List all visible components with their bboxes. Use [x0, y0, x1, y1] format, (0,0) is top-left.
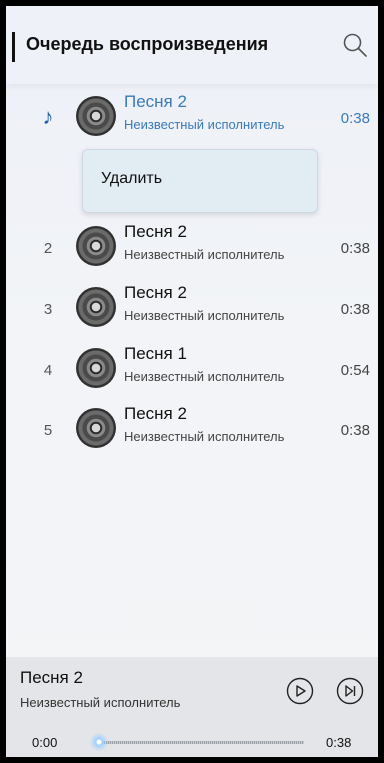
progress-thumb[interactable]	[90, 733, 108, 751]
song-artist: Неизвестный исполнитель	[124, 429, 285, 444]
song-duration: 0:38	[340, 301, 370, 318]
album-art-icon	[76, 348, 116, 388]
album-art-icon	[76, 287, 116, 327]
song-duration: 0:54	[340, 362, 370, 379]
context-menu: Удалить	[82, 149, 318, 213]
song-artist: Неизвестный исполнитель	[124, 247, 285, 262]
queue-item-2[interactable]: 2 Песня 2 Неизвестный исполнитель 0:38	[6, 220, 378, 276]
mini-player: Песня 2 Неизвестный исполнитель 0:00 0:3…	[6, 657, 378, 757]
play-button[interactable]	[286, 677, 314, 705]
progress-track[interactable]	[96, 741, 304, 744]
song-duration: 0:38	[340, 240, 370, 257]
header: Очередь воспроизведения	[6, 6, 378, 84]
queue-item-1[interactable]: ♪ Песня 2 Неизвестный исполнитель 0:38	[6, 90, 378, 146]
song-title: Песня 2	[124, 283, 187, 302]
album-art-icon	[76, 226, 116, 266]
page-title: Очередь воспроизведения	[26, 34, 269, 54]
song-title: Песня 2	[124, 404, 187, 423]
search-icon[interactable]	[342, 32, 368, 58]
current-time: 0:00	[32, 735, 58, 750]
queue-item-5[interactable]: 5 Песня 2 Неизвестный исполнитель 0:38	[6, 402, 378, 458]
song-title: Песня 2	[124, 92, 187, 111]
song-title: Песня 1	[124, 344, 187, 363]
now-playing-icon: ♪	[42, 104, 54, 129]
track-number: 3	[43, 301, 53, 318]
queue-item-3[interactable]: 3 Песня 2 Неизвестный исполнитель 0:38	[6, 281, 378, 337]
album-art-icon	[76, 96, 116, 136]
queue-item-4[interactable]: 4 Песня 1 Неизвестный исполнитель 0:54	[6, 342, 378, 398]
song-title: Песня 2	[124, 222, 187, 241]
app-window: Очередь воспроизведения ♪ Песня 2 Неизве…	[6, 6, 378, 757]
song-artist: Неизвестный исполнитель	[124, 369, 285, 384]
track-number: 5	[43, 422, 53, 439]
album-art-icon	[76, 408, 116, 448]
song-artist: Неизвестный исполнитель	[124, 117, 285, 132]
song-artist: Неизвестный исполнитель	[124, 308, 285, 323]
track-number: 2	[43, 240, 53, 257]
total-time: 0:38	[326, 735, 352, 750]
delete-menu-item[interactable]: Удалить	[101, 170, 162, 188]
player-song-artist: Неизвестный исполнитель	[20, 695, 181, 710]
player-song-title: Песня 2	[20, 668, 83, 687]
song-duration: 0:38	[340, 422, 370, 439]
song-duration: 0:38	[340, 110, 370, 127]
track-number: 4	[43, 362, 53, 379]
next-track-button[interactable]	[336, 677, 364, 705]
header-accent-bar	[12, 32, 15, 62]
